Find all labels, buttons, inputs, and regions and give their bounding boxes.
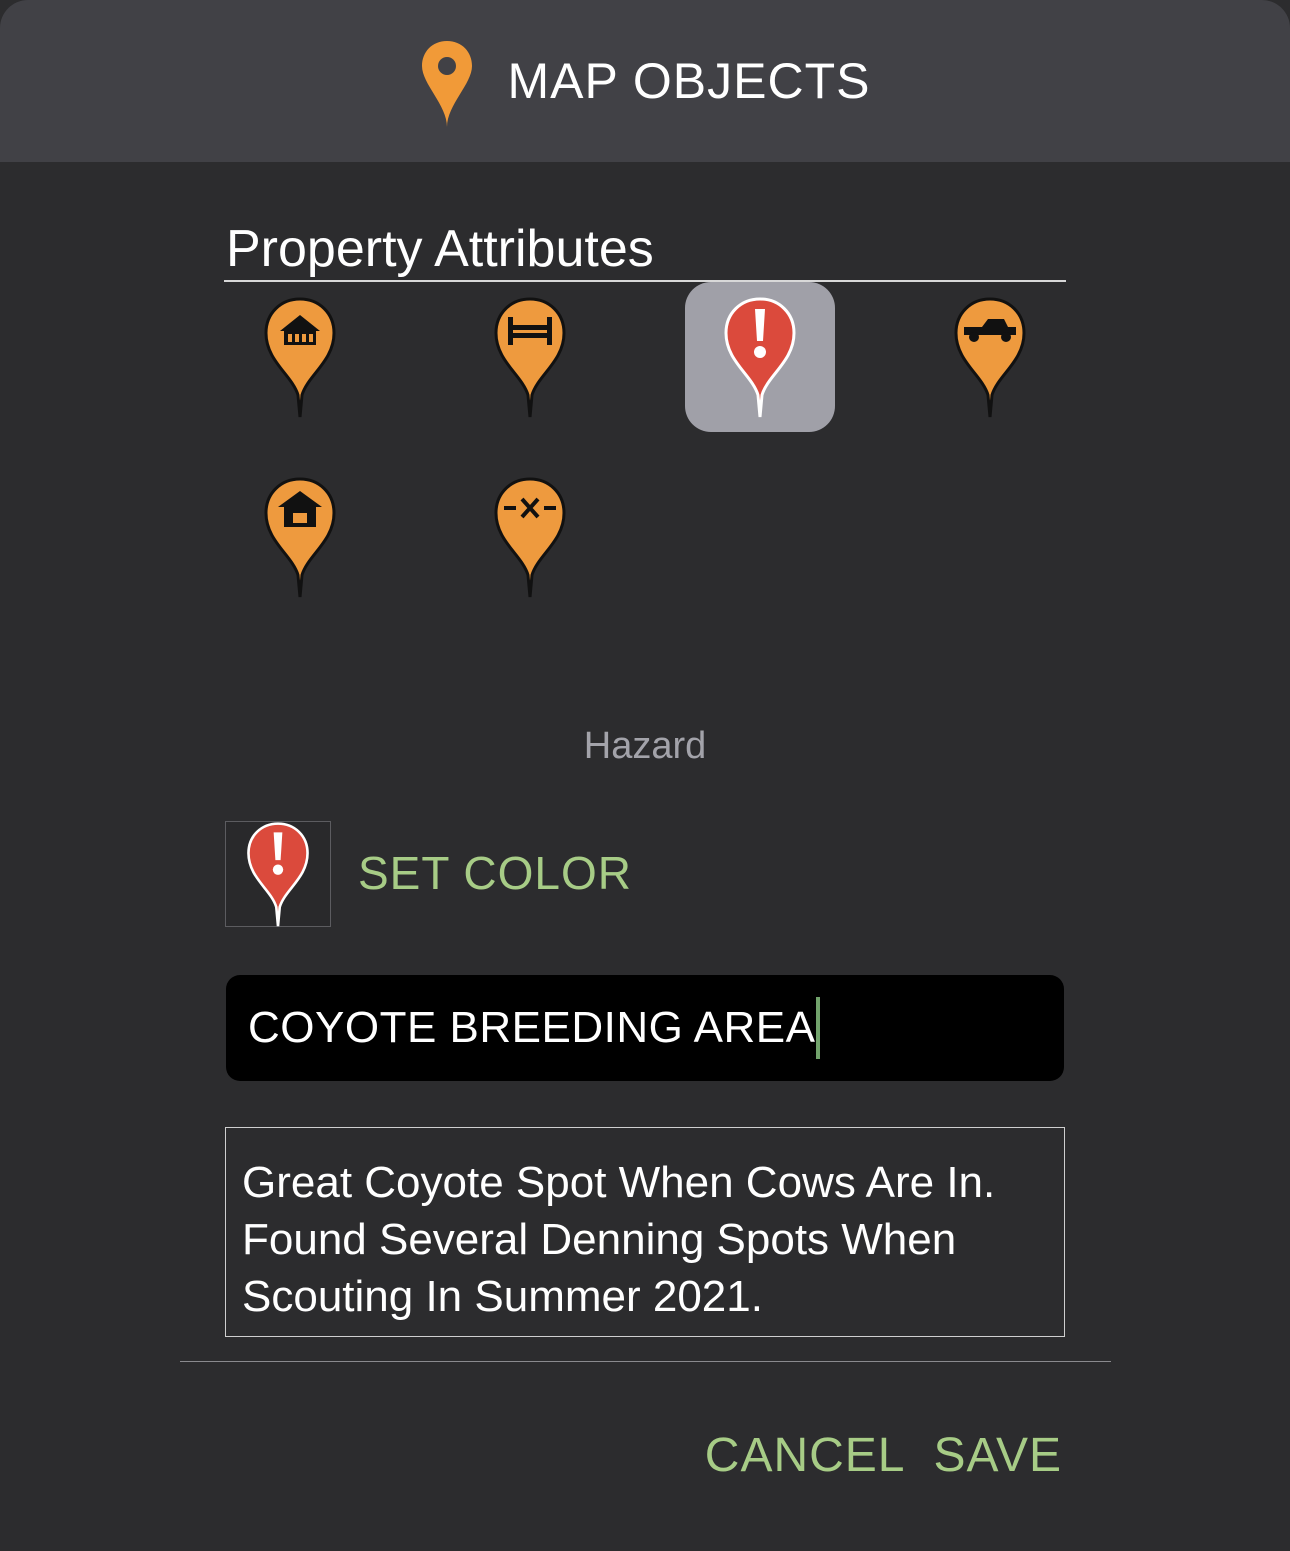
map-objects-dialog: MAP OBJECTS Property Attributes Hazard S…: [0, 0, 1290, 1551]
cancel-button[interactable]: CANCEL: [705, 1428, 906, 1483]
location-pin-icon: [421, 41, 472, 127]
hazard-marker-icon: [247, 822, 309, 927]
house-marker-icon: [264, 477, 336, 598]
save-button[interactable]: SAVE: [934, 1428, 1063, 1483]
name-input[interactable]: COYOTE BREEDING AREA: [226, 975, 1064, 1081]
text-caret: [816, 997, 821, 1059]
truck-marker-icon: [954, 297, 1026, 418]
name-input-value: COYOTE BREEDING AREA: [248, 1003, 816, 1052]
hazard-marker-icon: [724, 297, 796, 418]
selected-marker-label: Hazard: [583, 725, 707, 767]
color-swatch[interactable]: [225, 821, 331, 927]
marker-option-bed[interactable]: [455, 282, 605, 432]
marker-option-house[interactable]: [225, 462, 375, 612]
set-color-button[interactable]: SET COLOR: [358, 846, 632, 900]
marker-option-fence[interactable]: [455, 462, 605, 612]
notes-textarea[interactable]: Great Coyote Spot When Cows Are In. Foun…: [225, 1127, 1065, 1337]
footer-divider: [180, 1361, 1111, 1362]
marker-option-hazard[interactable]: [685, 282, 835, 432]
cabin-marker-icon: [264, 297, 336, 418]
dialog-actions: CANCEL SAVE: [705, 1428, 1062, 1483]
fence-marker-icon: [494, 477, 566, 598]
section-title: Property Attributes: [226, 220, 654, 278]
dialog-header: MAP OBJECTS: [0, 0, 1290, 162]
marker-option-truck[interactable]: [915, 282, 1065, 432]
marker-option-cabin[interactable]: [225, 282, 375, 432]
bed-marker-icon: [494, 297, 566, 418]
dialog-title: MAP OBJECTS: [507, 53, 871, 109]
